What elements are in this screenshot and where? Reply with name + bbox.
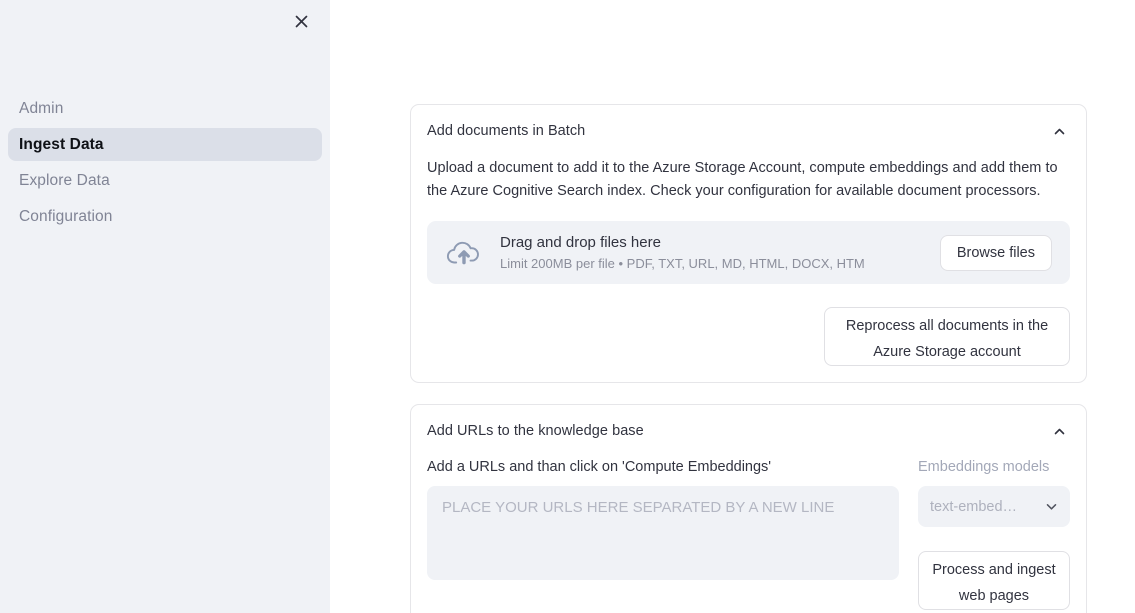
sidebar-item-explore-data[interactable]: Explore Data [8, 164, 322, 197]
batch-card-title: Add documents in Batch [427, 123, 585, 139]
chevron-up-icon[interactable] [1048, 120, 1070, 142]
reprocess-row: Reprocess all documents in the Azure Sto… [427, 307, 1070, 366]
sidebar-item-label: Admin [19, 100, 63, 118]
add-documents-batch-card: Add documents in Batch Upload a document… [410, 104, 1087, 383]
batch-card-description: Upload a document to add it to the Azure… [427, 157, 1070, 203]
browse-files-button[interactable]: Browse files [940, 235, 1052, 271]
urls-body: Add a URLs and than click on 'Compute Em… [427, 458, 1070, 610]
dropzone-texts: Drag and drop files here Limit 200MB per… [500, 233, 940, 273]
sidebar-item-admin[interactable]: Admin [8, 92, 322, 125]
reprocess-all-documents-button[interactable]: Reprocess all documents in the Azure Sto… [824, 307, 1070, 366]
process-and-ingest-web-pages-button[interactable]: Process and ingest web pages [918, 551, 1070, 610]
add-urls-card: Add URLs to the knowledge base Add a URL… [410, 404, 1087, 613]
cloud-upload-icon [445, 234, 483, 272]
main-content: Add documents in Batch Upload a document… [330, 0, 1135, 613]
dropzone-title: Drag and drop files here [500, 233, 940, 252]
sidebar: Admin Ingest Data Explore Data Configura… [0, 0, 330, 613]
sidebar-item-ingest-data[interactable]: Ingest Data [8, 128, 322, 161]
urls-card-header[interactable]: Add URLs to the knowledge base [427, 420, 1070, 442]
main-inner: Add documents in Batch Upload a document… [410, 0, 1087, 613]
file-dropzone[interactable]: Drag and drop files here Limit 200MB per… [427, 221, 1070, 284]
urls-textarea[interactable] [427, 486, 899, 580]
urls-card-title: Add URLs to the knowledge base [427, 423, 644, 439]
chevron-up-icon[interactable] [1048, 420, 1070, 442]
batch-card-header[interactable]: Add documents in Batch [427, 120, 1070, 142]
sidebar-item-configuration[interactable]: Configuration [8, 200, 322, 233]
sidebar-nav: Admin Ingest Data Explore Data Configura… [0, 92, 330, 236]
dropzone-limits: Limit 200MB per file • PDF, TXT, URL, MD… [500, 254, 940, 273]
sidebar-item-label: Ingest Data [19, 136, 104, 154]
chevron-down-icon[interactable] [1045, 500, 1058, 513]
app-root: Admin Ingest Data Explore Data Configura… [0, 0, 1135, 613]
sidebar-item-label: Configuration [19, 208, 113, 226]
embeddings-models-select[interactable]: text-embed… [918, 486, 1070, 527]
embeddings-models-value: text-embed… [930, 499, 1045, 515]
embeddings-models-label: Embeddings models [918, 458, 1070, 476]
urls-textarea-label: Add a URLs and than click on 'Compute Em… [427, 458, 899, 476]
sidebar-item-label: Explore Data [19, 172, 110, 190]
urls-options-column: Embeddings models text-embed… Process an… [918, 458, 1070, 610]
close-icon[interactable] [288, 8, 314, 34]
urls-input-column: Add a URLs and than click on 'Compute Em… [427, 458, 899, 610]
